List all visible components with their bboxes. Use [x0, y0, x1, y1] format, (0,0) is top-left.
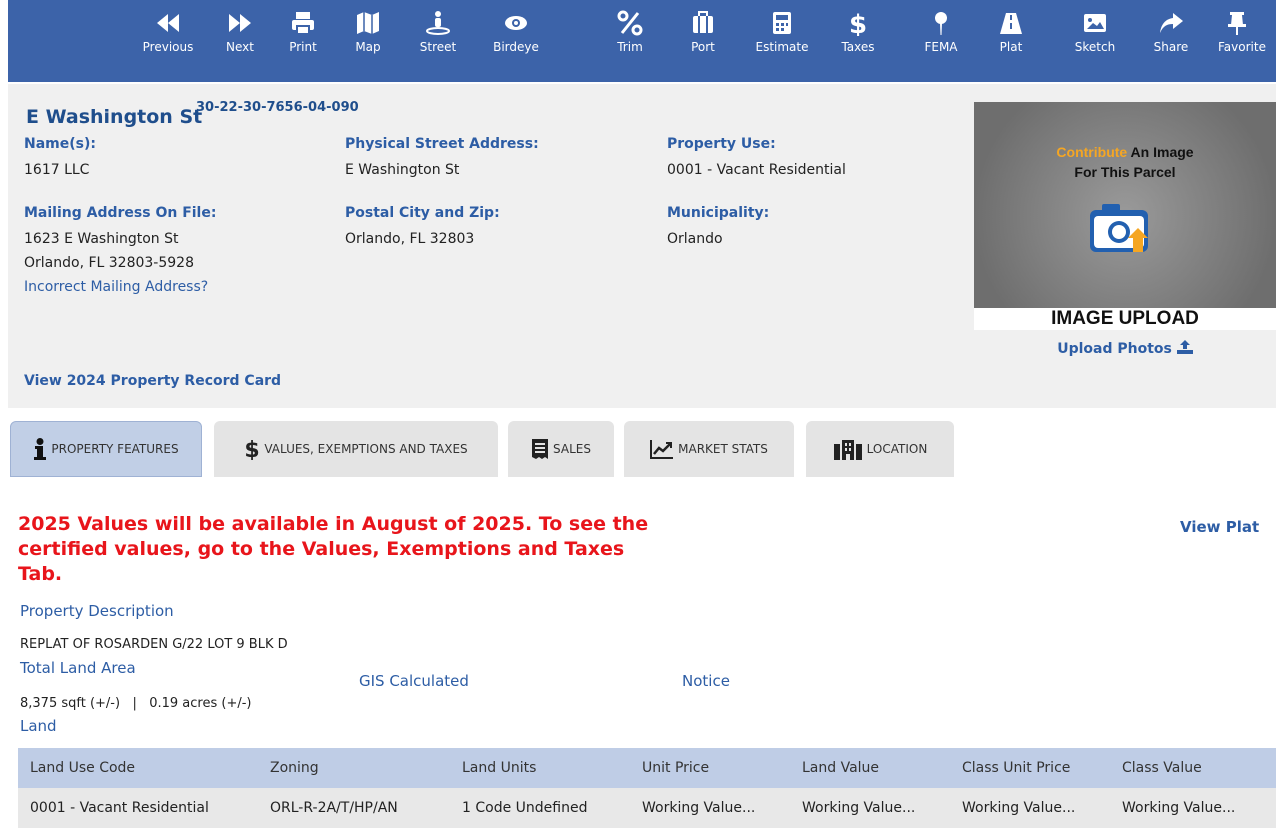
property-record-card-link[interactable]: View 2024 Property Record Card — [24, 373, 281, 389]
svg-text:$: $ — [849, 10, 867, 36]
street-view-icon — [426, 11, 450, 35]
favorite-button[interactable]: Favorite — [1204, 10, 1276, 55]
column-header-class-unit-price: Class Unit Price — [962, 760, 1071, 776]
cell-land-value: Working Value... — [802, 800, 916, 816]
mailing-address-line2: Orlando, FL 32803-5928 — [24, 255, 194, 271]
percent-icon — [617, 10, 643, 36]
portfolio-icon — [693, 11, 713, 33]
cell-class-unit-price: Working Value... — [962, 800, 1076, 816]
printer-icon — [292, 12, 314, 35]
cell-class-value: Working Value... — [1122, 800, 1236, 816]
column-header-class-value: Class Value — [1122, 760, 1202, 776]
postal-city-label: Postal City and Zip: — [345, 205, 500, 221]
dollar-icon: $ — [245, 438, 260, 460]
map-button[interactable]: Map — [336, 10, 400, 55]
building-icon — [833, 440, 862, 460]
property-description-value: REPLAT OF ROSARDEN G/22 LOT 9 BLK D — [20, 637, 288, 652]
fema-button[interactable]: FEMA — [909, 10, 973, 55]
physical-address-value: E Washington St — [345, 162, 460, 178]
cell-zoning: ORL-R-2A/T/HP/AN — [270, 800, 398, 816]
tab-sales[interactable]: SALES — [508, 421, 614, 477]
tab-property-features[interactable]: PROPERTY FEATURES — [10, 421, 202, 477]
map-icon — [357, 12, 379, 34]
tab-values-exemptions-taxes[interactable]: $ VALUES, EXEMPTIONS AND TAXES — [214, 421, 498, 477]
property-use-value: 0001 - Vacant Residential — [667, 162, 846, 178]
camera-upload-icon — [1090, 204, 1148, 252]
gis-calculated-link[interactable]: GIS Calculated — [359, 672, 469, 690]
column-header-land-use-code: Land Use Code — [30, 760, 136, 776]
cell-land-units: 1 Code Undefined — [462, 800, 588, 816]
port-button[interactable]: Port — [671, 10, 735, 55]
column-header-land-value: Land Value — [802, 760, 880, 776]
upload-icon — [1176, 340, 1193, 354]
mailing-address-label: Mailing Address On File: — [24, 205, 217, 221]
column-header-zoning: Zoning — [270, 760, 319, 776]
physical-address-label: Physical Street Address: — [345, 136, 539, 152]
print-button[interactable]: Print — [271, 10, 335, 55]
names-label: Name(s): — [24, 136, 96, 152]
toolbar: Previous Next Print Map Street Birdeye T… — [8, 0, 1276, 82]
receipt-icon — [532, 439, 549, 459]
estimate-button[interactable]: Estimate — [750, 10, 814, 55]
previous-button[interactable]: Previous — [136, 10, 200, 55]
forward-icon — [229, 14, 251, 32]
property-description-label: Property Description — [20, 602, 174, 620]
view-plat-link[interactable]: View Plat — [1180, 518, 1259, 536]
chart-line-icon — [650, 440, 674, 459]
tab-location[interactable]: LOCATION — [806, 421, 954, 477]
total-land-area-label: Total Land Area — [20, 659, 136, 677]
contribute-image-panel[interactable]: Contribute An Image For This Parcel — [974, 102, 1276, 330]
street-title: E Washington St — [26, 106, 203, 128]
values-notice: 2025 Values will be available in August … — [18, 513, 649, 585]
next-button[interactable]: Next — [208, 10, 272, 55]
street-button[interactable]: Street — [406, 10, 470, 55]
road-icon — [1000, 13, 1022, 34]
backward-icon — [157, 14, 179, 32]
info-icon — [34, 438, 47, 460]
column-header-unit-price: Unit Price — [642, 760, 710, 776]
postal-city-value: Orlando, FL 32803 — [345, 231, 475, 247]
trim-button[interactable]: Trim — [598, 10, 662, 55]
upload-photos-link[interactable]: Upload Photos — [974, 340, 1276, 357]
calculator-icon — [773, 12, 791, 34]
share-icon — [1160, 13, 1183, 33]
municipality-label: Municipality: — [667, 205, 770, 221]
column-header-land-units: Land Units — [462, 760, 537, 776]
table-row: 0001 - Vacant Residential ORL-R-2A/T/HP/… — [18, 788, 1276, 828]
names-value: 1617 LLC — [24, 162, 90, 178]
map-pin-icon — [935, 12, 947, 35]
total-land-area-value: 8,375 sqft (+/-) | 0.19 acres (+/-) — [20, 696, 252, 711]
cell-land-use-code: 0001 - Vacant Residential — [30, 800, 209, 816]
plat-button[interactable]: Plat — [979, 10, 1043, 55]
tab-market-stats[interactable]: MARKET STATS — [624, 421, 794, 477]
mailing-address-line1: 1623 E Washington St — [24, 231, 179, 247]
image-icon — [1084, 14, 1106, 32]
contribute-highlight: Contribute — [1056, 144, 1128, 160]
taxes-button[interactable]: $ Taxes — [826, 10, 890, 55]
notice-link[interactable]: Notice — [682, 672, 730, 690]
land-table-header: Land Use Code Zoning Land Units Unit Pri… — [18, 748, 1276, 788]
eye-icon — [505, 16, 527, 30]
image-upload-caption: IMAGE UPLOAD — [974, 308, 1276, 330]
municipality-value: Orlando — [667, 231, 723, 247]
cell-unit-price: Working Value... — [642, 800, 756, 816]
property-use-label: Property Use: — [667, 136, 776, 152]
incorrect-mailing-address-link[interactable]: Incorrect Mailing Address? — [24, 279, 208, 295]
parcel-summary-card: E Washington St 30-22-30-7656-04-090 Nam… — [8, 84, 1276, 408]
share-button[interactable]: Share — [1139, 10, 1203, 55]
svg-text:$: $ — [245, 438, 260, 460]
thumbtack-icon — [1228, 12, 1246, 35]
dollar-icon: $ — [849, 10, 867, 36]
birdeye-button[interactable]: Birdeye — [484, 10, 548, 55]
parcel-id: 30-22-30-7656-04-090 — [196, 100, 359, 115]
land-section-label: Land — [20, 717, 57, 735]
sketch-button[interactable]: Sketch — [1063, 10, 1127, 55]
